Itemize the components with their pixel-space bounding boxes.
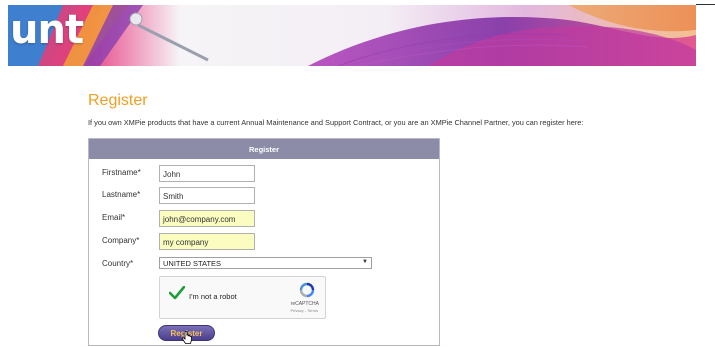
chevron-down-icon: ▼ <box>362 259 368 265</box>
recaptcha-logo-icon <box>299 282 315 298</box>
email-field[interactable]: john@company.com <box>159 210 255 227</box>
country-select-value: UNITED STATES <box>163 259 222 268</box>
firstname-label: Firstname* <box>102 168 141 177</box>
lastname-label: Lastname* <box>102 190 141 199</box>
country-label: Country* <box>102 259 134 268</box>
page-title: Register <box>88 92 148 109</box>
banner-artwork <box>8 5 696 66</box>
company-field[interactable]: my company <box>159 233 255 250</box>
top-divider <box>696 4 715 5</box>
recaptcha-brand: reCAPTCHA <box>290 301 319 307</box>
recaptcha-label: I'm not a robot <box>189 292 237 301</box>
intro-text: If you own XMPie products that have a cu… <box>88 118 584 127</box>
header-banner: unt <box>8 5 696 66</box>
checkmark-icon <box>169 286 185 300</box>
email-label: Email* <box>102 213 126 222</box>
lastname-field[interactable]: Smith <box>159 187 255 204</box>
company-label: Company* <box>102 236 140 245</box>
banner-title: unt <box>10 7 84 53</box>
recaptcha-terms-link[interactable]: Privacy - Terms <box>291 308 318 313</box>
register-form: Register Firstname* John Lastname* Smith… <box>88 138 440 346</box>
hand-pointer-icon <box>181 331 192 344</box>
recaptcha-widget[interactable]: I'm not a robot reCAPTCHA Privacy - Term… <box>159 276 326 319</box>
firstname-field[interactable]: John <box>159 165 255 182</box>
country-select[interactable]: UNITED STATES ▼ <box>159 257 372 269</box>
form-header: Register <box>89 139 439 159</box>
